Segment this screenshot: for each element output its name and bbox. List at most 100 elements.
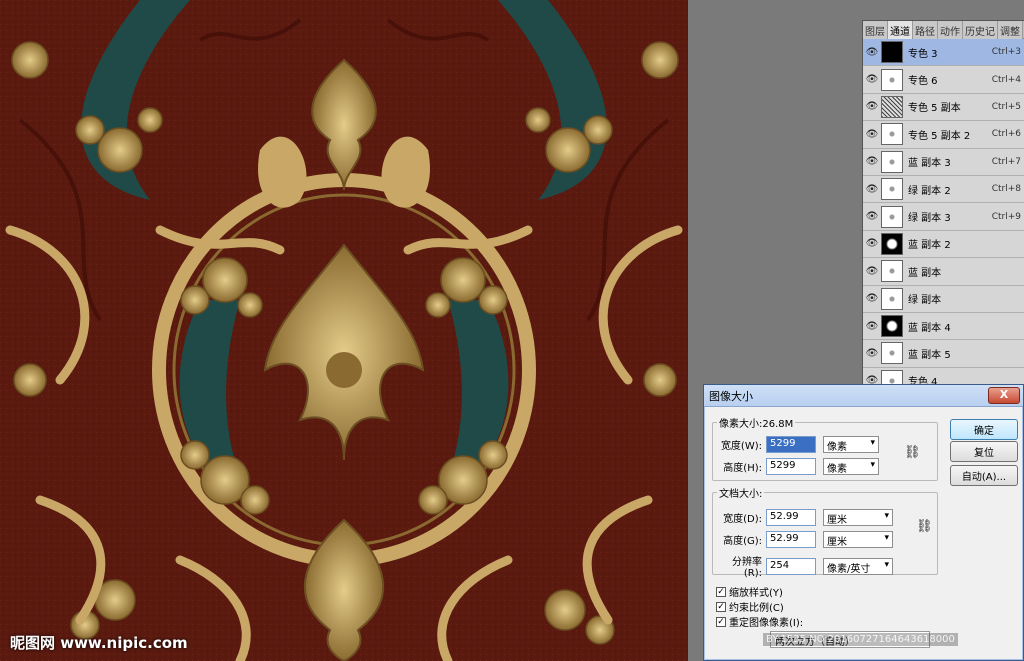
channel-shortcut: Ctrl+6 [991, 129, 1021, 140]
channel-row[interactable]: 👁 专色 3 Ctrl+3 [863, 39, 1024, 67]
pixel-width-unit-select[interactable]: 像素 [823, 436, 879, 453]
scale-styles-label: 缩放样式(Y) [729, 588, 783, 599]
channel-thumbnail [881, 68, 903, 91]
channel-thumbnail [881, 41, 903, 64]
doc-width-unit-select[interactable]: 厘米 [823, 509, 893, 526]
channel-row[interactable]: 👁 专色 5 副本 Ctrl+5 [863, 94, 1024, 122]
channel-shortcut: Ctrl+7 [991, 156, 1021, 167]
doc-height-input[interactable]: 52.99 [766, 531, 816, 548]
channel-thumbnail [881, 232, 903, 255]
visibility-eye-icon[interactable]: 👁 [863, 293, 881, 304]
visibility-eye-icon[interactable]: 👁 [863, 211, 881, 222]
visibility-eye-icon[interactable]: 👁 [863, 156, 881, 167]
channel-name: 绿 副本 2 [908, 185, 951, 197]
doc-width-input[interactable]: 52.99 [766, 509, 816, 526]
dialog-title: 图像大小 [709, 389, 753, 403]
channel-name: 蓝 副本 5 [908, 349, 951, 361]
image-size-dialog: 图像大小 X 像素大小:26.8M 宽度(W): 5299 像素 高度(H): … [703, 384, 1024, 661]
channel-thumbnail [881, 287, 903, 310]
channel-thumbnail [881, 205, 903, 228]
visibility-eye-icon[interactable]: 👁 [863, 321, 881, 332]
channel-shortcut: Ctrl+5 [991, 101, 1021, 112]
channels-panel: 图层 通道 路径 动作 历史记 调整 👁 专色 3 Ctrl+3 👁 专色 6 Ctrl+… [862, 20, 1024, 390]
pixel-height-unit-select[interactable]: 像素 [823, 458, 879, 475]
doc-height-unit-select[interactable]: 厘米 [823, 531, 893, 548]
channel-name: 专色 6 [908, 76, 938, 88]
document-size-label: 文档大小: [719, 489, 763, 500]
channel-row[interactable]: 👁 绿 副本 3 Ctrl+9 [863, 203, 1024, 231]
channel-name: 蓝 副本 2 [908, 240, 951, 252]
channel-row[interactable]: 👁 绿 副本 2 Ctrl+8 [863, 176, 1024, 204]
resolution-unit-select[interactable]: 像素/英寸 [823, 557, 893, 575]
channel-thumbnail [881, 95, 903, 118]
visibility-eye-icon[interactable]: 👁 [863, 238, 881, 249]
channel-thumbnail [881, 150, 903, 173]
auto-button[interactable]: 自动(A)... [950, 465, 1018, 486]
tab-channels[interactable]: 通道 [888, 21, 913, 39]
channel-name: 蓝 副本 4 [908, 322, 951, 334]
ok-button[interactable]: 确定 [950, 419, 1018, 440]
channel-shortcut: Ctrl+9 [991, 211, 1021, 222]
channel-row[interactable]: 👁 蓝 副本 4 [863, 313, 1024, 341]
doc-link-chain-icon: ⛓ [916, 519, 933, 534]
doc-height-label: 高度(G): [723, 536, 762, 547]
panel-tab-bar: 图层 通道 路径 动作 历史记 调整 [863, 21, 1024, 39]
doc-width-label: 宽度(D): [723, 514, 762, 525]
channel-row[interactable]: 👁 绿 副本 [863, 286, 1024, 313]
channel-name: 专色 5 副本 [908, 103, 961, 115]
channel-row[interactable]: 👁 蓝 副本 5 [863, 340, 1024, 368]
reset-button[interactable]: 复位 [950, 441, 1018, 462]
visibility-eye-icon[interactable]: 👁 [863, 348, 881, 359]
damask-pattern-artwork [0, 0, 688, 661]
image-canvas[interactable]: 昵图网 www.nipic.com [0, 0, 688, 661]
channel-name: 专色 3 [908, 48, 938, 60]
channel-row[interactable]: 👁 蓝 副本 2 [863, 231, 1024, 259]
visibility-eye-icon[interactable]: 👁 [863, 129, 881, 140]
channel-shortcut: Ctrl+4 [991, 74, 1021, 85]
channel-row[interactable]: 👁 专色 5 副本 2 Ctrl+6 [863, 121, 1024, 149]
pixel-width-input[interactable]: 5299 [766, 436, 816, 453]
visibility-eye-icon[interactable]: 👁 [863, 74, 881, 85]
channel-row[interactable]: 👁 专色 6 Ctrl+4 [863, 66, 1024, 94]
channel-name: 专色 5 副本 2 [908, 130, 971, 142]
pixel-height-label: 高度(H): [723, 463, 762, 474]
channel-shortcut: Ctrl+3 [991, 47, 1021, 58]
channel-thumbnail [881, 260, 903, 283]
close-button[interactable]: X [988, 387, 1020, 404]
channel-thumbnail [881, 178, 903, 201]
channel-name: 绿 副本 [908, 295, 942, 307]
constrain-proportions-checkbox[interactable]: ✓ [716, 601, 726, 612]
channel-thumbnail [881, 123, 903, 146]
watermark-stamp: BY:1535 NO:20160727164643618000 [763, 633, 958, 646]
dialog-titlebar[interactable]: 图像大小 X [704, 385, 1023, 407]
channel-thumbnail [881, 315, 903, 338]
channel-list: 👁 专色 3 Ctrl+3 👁 专色 6 Ctrl+4 👁 专色 5 副本 Ctrl+5 👁 专色 … [863, 39, 1024, 390]
visibility-eye-icon[interactable]: 👁 [863, 101, 881, 112]
scale-styles-checkbox[interactable]: ✓ [716, 586, 726, 597]
resolution-input[interactable]: 254 [766, 557, 816, 575]
pixel-height-input[interactable]: 5299 [766, 458, 816, 475]
channel-name: 绿 副本 3 [908, 213, 951, 225]
channel-row[interactable]: 👁 蓝 副本 [863, 258, 1024, 286]
tab-paths[interactable]: 路径 [913, 21, 938, 39]
resolution-label: 分辨率(R): [732, 557, 762, 579]
tab-adjustments[interactable]: 调整 [998, 21, 1023, 39]
channel-name: 蓝 副本 [908, 267, 942, 279]
tab-history[interactable]: 历史记 [963, 21, 998, 39]
visibility-eye-icon[interactable]: 👁 [863, 184, 881, 195]
channel-thumbnail [881, 342, 903, 365]
resample-checkbox[interactable]: ✓ [716, 616, 726, 627]
channel-shortcut: Ctrl+8 [991, 184, 1021, 195]
pixel-dimensions-label: 像素大小:26.8M [719, 419, 794, 430]
watermark-site: 昵图网 www.nipic.com [10, 634, 188, 652]
tab-actions[interactable]: 动作 [938, 21, 963, 39]
tab-layers[interactable]: 图层 [863, 21, 888, 39]
channel-name: 蓝 副本 3 [908, 158, 951, 170]
resample-label: 重定图像像素(I): [729, 618, 804, 629]
pixel-width-label: 宽度(W): [720, 441, 762, 452]
link-chain-icon: ⛓ [904, 445, 921, 460]
visibility-eye-icon[interactable]: 👁 [863, 266, 881, 277]
visibility-eye-icon[interactable]: 👁 [863, 47, 881, 58]
channel-row[interactable]: 👁 蓝 副本 3 Ctrl+7 [863, 149, 1024, 176]
constrain-proportions-label: 约束比例(C) [729, 603, 784, 614]
